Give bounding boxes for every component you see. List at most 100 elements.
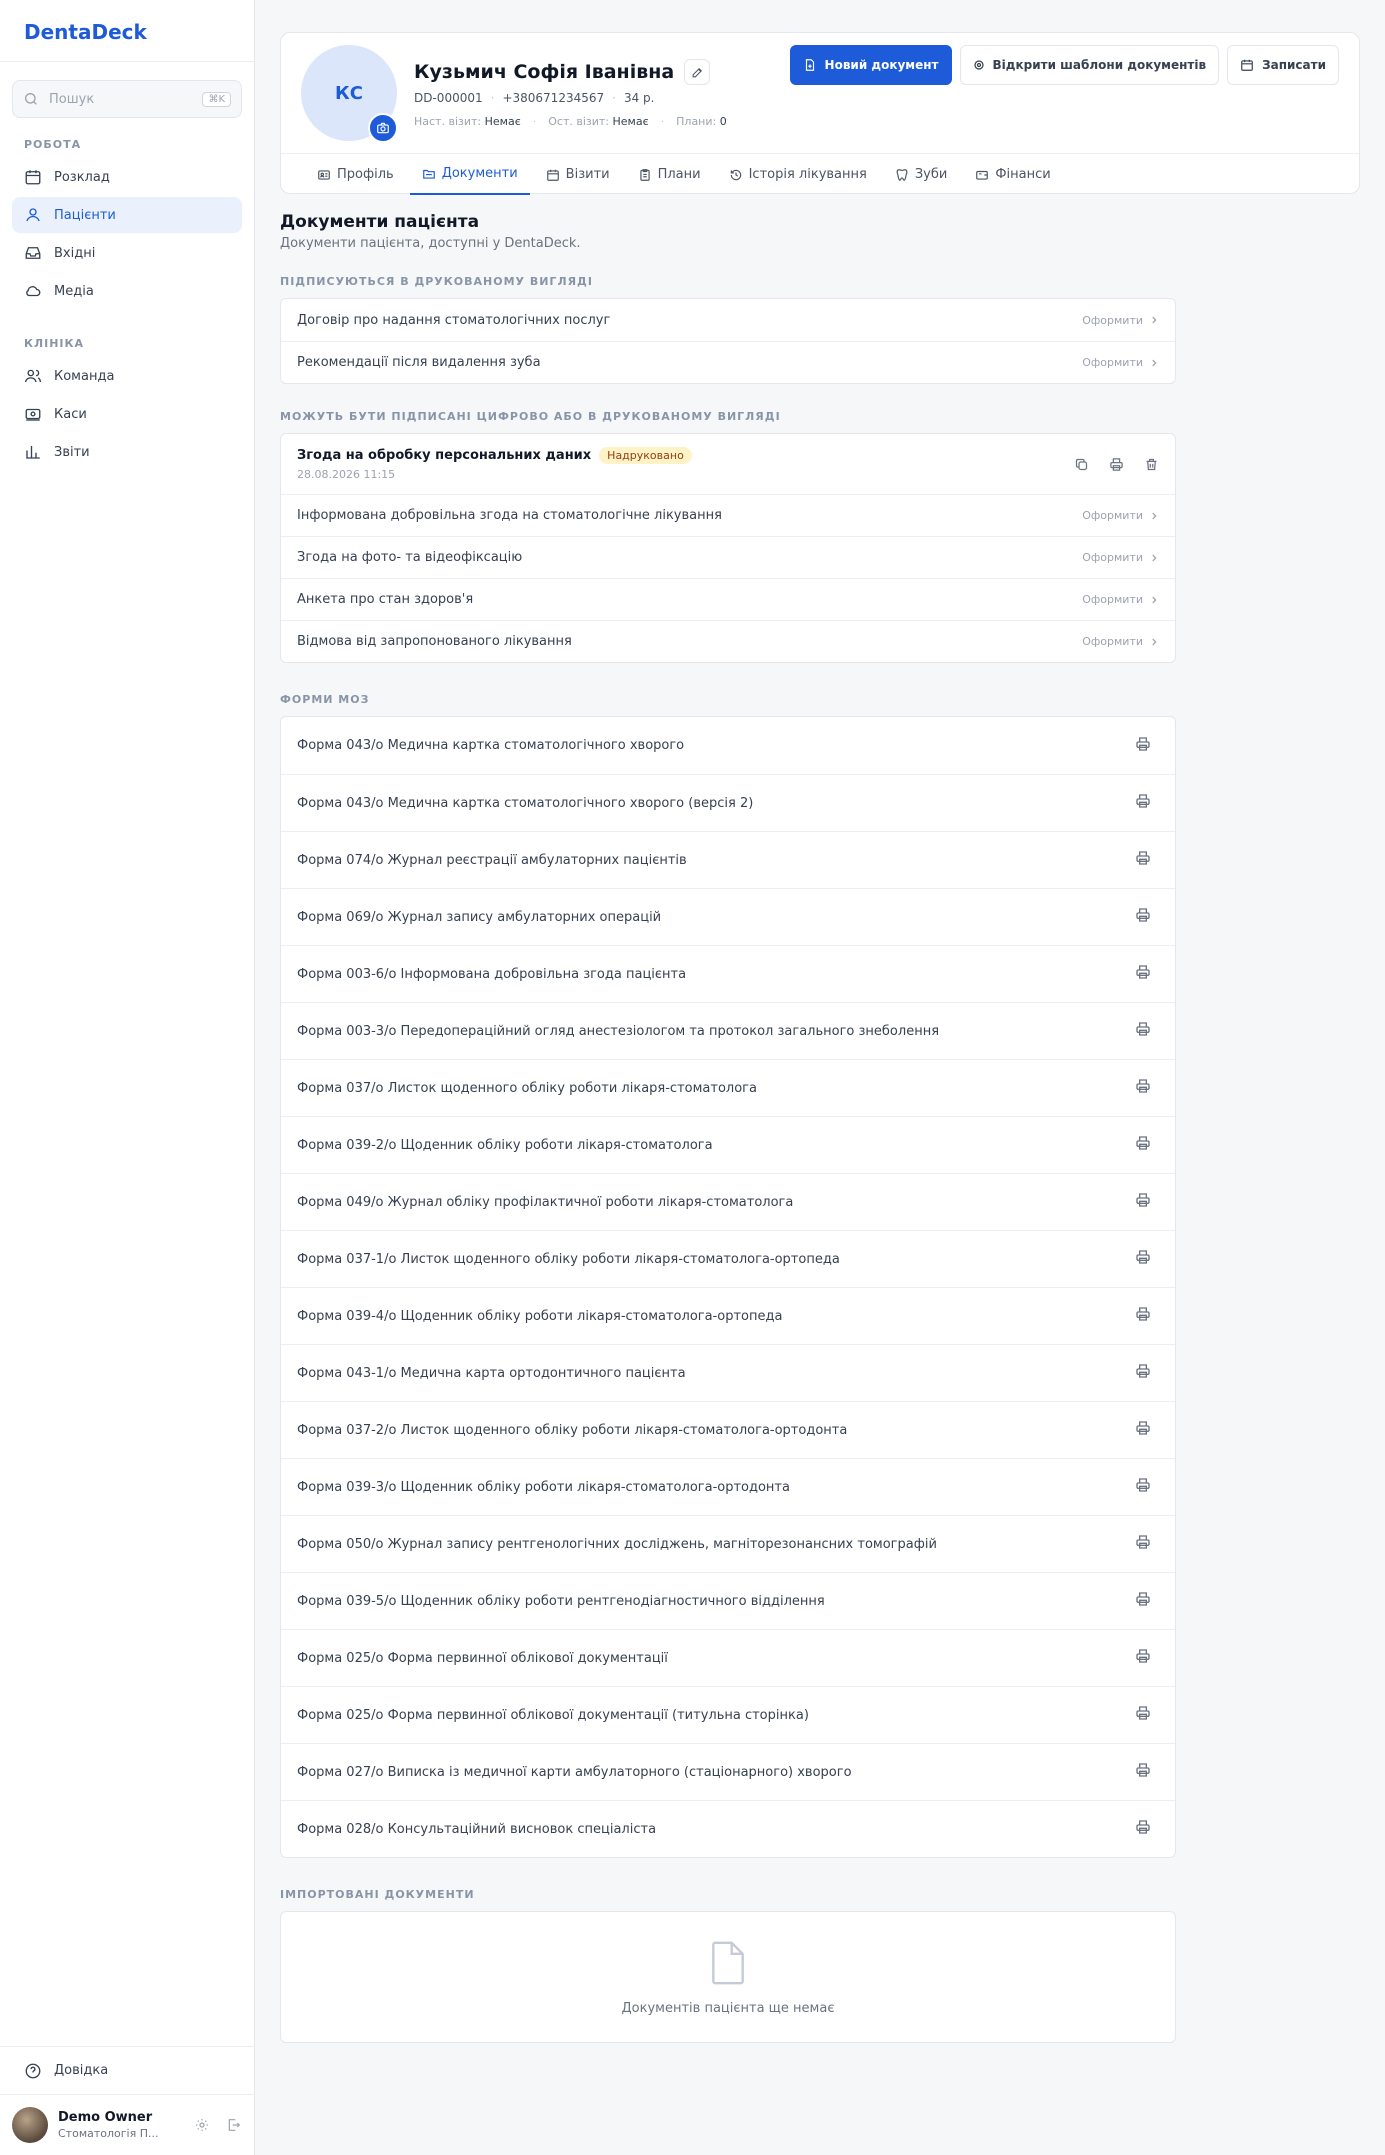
gear-icon[interactable] (194, 2117, 210, 2133)
table-row[interactable]: Форма 039-3/о Щоденник обліку роботи лік… (281, 1458, 1175, 1515)
app-logo[interactable]: DentaDeck (0, 0, 254, 62)
list-item[interactable]: Договір про надання стоматологічних посл… (281, 299, 1175, 341)
printer-icon[interactable] (1135, 850, 1151, 870)
printer-icon[interactable] (1135, 1534, 1151, 1554)
page-title: Документи пацієнта (280, 212, 480, 232)
printer-icon[interactable] (1135, 1306, 1151, 1326)
create-document-action[interactable]: Оформити (1082, 356, 1159, 369)
table-row[interactable]: Форма 039-4/о Щоденник обліку роботи лік… (281, 1287, 1175, 1344)
help-link[interactable]: Довідка (0, 2047, 254, 2095)
list-item[interactable]: Згода на фото- та відеофіксацію Оформити (281, 536, 1175, 578)
table-row[interactable]: Форма 069/о Журнал запису амбулаторних о… (281, 888, 1175, 945)
chevron-right-icon (1152, 512, 1157, 519)
edit-patient-button[interactable] (684, 59, 711, 85)
sidebar-item-team[interactable]: Команда (12, 358, 242, 394)
printer-icon[interactable] (1135, 1420, 1151, 1440)
table-row[interactable]: Форма 039-2/о Щоденник обліку роботи лік… (281, 1116, 1175, 1173)
table-row[interactable]: Форма 074/о Журнал реєстрації амбулаторн… (281, 831, 1175, 888)
table-row[interactable]: Форма 049/о Журнал обліку профілактичної… (281, 1173, 1175, 1230)
user-profile[interactable]: Demo Owner Стоматологія П... (0, 2095, 254, 2155)
list-item[interactable]: Рекомендації після видалення зуба Оформи… (281, 341, 1175, 383)
signed-document-row[interactable]: Згода на обробку персональних даних Надр… (281, 434, 1175, 494)
printer-icon[interactable] (1135, 1078, 1151, 1098)
trash-icon[interactable] (1144, 457, 1159, 472)
patient-meta: DD-000001 · +380671234567 · 34 р. (414, 91, 654, 105)
tab-label: Візити (565, 167, 610, 182)
open-templates-button[interactable]: Відкрити шаблони документів (959, 45, 1220, 85)
printer-icon[interactable] (1135, 1705, 1151, 1725)
book-button[interactable]: Записати (1227, 45, 1339, 85)
chevron-right-icon (1152, 554, 1157, 561)
printer-icon[interactable] (1135, 1819, 1151, 1839)
list-item[interactable]: Інформована добровільна згода на стомато… (281, 494, 1175, 536)
form-title: Форма 043/о Медична картка стоматологічн… (297, 795, 754, 811)
sidebar-item-cashboxes[interactable]: Каси (12, 396, 242, 432)
printer-icon[interactable] (1135, 736, 1151, 756)
tab-plans[interactable]: Плани (626, 154, 713, 195)
action-label: Оформити (1082, 551, 1143, 564)
table-row[interactable]: Форма 037-1/о Листок щоденного обліку ро… (281, 1230, 1175, 1287)
button-label: Відкрити шаблони документів (992, 58, 1207, 72)
table-row[interactable]: Форма 037-2/о Листок щоденного обліку ро… (281, 1401, 1175, 1458)
form-title: Форма 039-5/о Щоденник обліку роботи рен… (297, 1593, 825, 1609)
table-row[interactable]: Форма 025/о Форма первинної облікової до… (281, 1629, 1175, 1686)
form-title: Форма 028/о Консультаційний висновок спе… (297, 1821, 657, 1837)
copy-icon[interactable] (1074, 457, 1089, 472)
tab-documents[interactable]: Документи (409, 154, 530, 195)
sidebar-item-schedule[interactable]: Розклад (12, 159, 242, 195)
printer-icon[interactable] (1135, 1021, 1151, 1041)
sidebar-item-inbox[interactable]: Вхідні (12, 235, 242, 271)
table-row[interactable]: Форма 043-1/о Медична карта ортодонтично… (281, 1344, 1175, 1401)
list-item[interactable]: Відмова від запропонованого лікування Оф… (281, 620, 1175, 662)
section-label-work: РОБОТА (24, 138, 82, 151)
sidebar-item-media[interactable]: Медіа (12, 273, 242, 309)
upload-photo-button[interactable] (368, 113, 398, 143)
document-title: Рекомендації після видалення зуба (297, 355, 541, 370)
imported-documents-empty: Документів пацієнта ще немає (280, 1911, 1176, 2043)
search-input[interactable]: Пошук ⌘K (12, 80, 242, 118)
printer-icon[interactable] (1135, 907, 1151, 927)
form-title: Форма 003-6/о Інформована добровільна зг… (297, 966, 687, 982)
sidebar-item-reports[interactable]: Звіти (12, 434, 242, 470)
create-document-action[interactable]: Оформити (1082, 314, 1159, 327)
printer-icon[interactable] (1135, 964, 1151, 984)
tab-finance[interactable]: Фінанси (963, 154, 1062, 195)
table-row[interactable]: Форма 043/о Медична картка стоматологічн… (281, 774, 1175, 831)
tab-teeth[interactable]: Зуби (883, 154, 960, 195)
table-row[interactable]: Форма 039-5/о Щоденник обліку роботи рен… (281, 1572, 1175, 1629)
table-row[interactable]: Форма 037/о Листок щоденного обліку робо… (281, 1059, 1175, 1116)
printer-icon[interactable] (1135, 1135, 1151, 1155)
sidebar-item-patients[interactable]: Пацієнти (12, 197, 242, 233)
tab-history[interactable]: Історія лікування (717, 154, 879, 195)
printer-icon[interactable] (1135, 793, 1151, 813)
create-document-action[interactable]: Оформити (1082, 635, 1159, 648)
group-label-imported: ІМПОРТОВАНІ ДОКУМЕНТИ (280, 1888, 475, 1901)
printer-icon[interactable] (1135, 1762, 1151, 1782)
create-document-action[interactable]: Оформити (1082, 509, 1159, 522)
patient-phone[interactable]: +380671234567 (502, 91, 604, 105)
logout-icon[interactable] (226, 2117, 242, 2133)
printer-icon[interactable] (1135, 1192, 1151, 1212)
list-item[interactable]: Анкета про стан здоров'я Оформити (281, 578, 1175, 620)
new-document-button[interactable]: Новий документ (789, 45, 952, 85)
table-row[interactable]: Форма 025/о Форма первинної облікової до… (281, 1686, 1175, 1743)
table-row[interactable]: Форма 003-6/о Інформована добровільна зг… (281, 945, 1175, 1002)
patient-header: КС Кузьмич Софія Іванівна DD-000001 · +3… (280, 32, 1360, 195)
printer-icon[interactable] (1109, 457, 1124, 472)
printer-icon[interactable] (1135, 1648, 1151, 1668)
table-row[interactable]: Форма 027/о Виписка із медичної карти ам… (281, 1743, 1175, 1800)
table-row[interactable]: Форма 043/о Медична картка стоматологічн… (281, 717, 1175, 774)
table-row[interactable]: Форма 003-3/о Передопераційний огляд ане… (281, 1002, 1175, 1059)
document-date: 28.08.2026 11:15 (297, 468, 396, 481)
tab-profile[interactable]: Профіль (305, 154, 406, 195)
create-document-action[interactable]: Оформити (1082, 551, 1159, 564)
table-row[interactable]: Форма 028/о Консультаційний висновок спе… (281, 1800, 1175, 1857)
printer-icon[interactable] (1135, 1477, 1151, 1497)
create-document-action[interactable]: Оформити (1082, 593, 1159, 606)
file-plus-icon (805, 59, 814, 71)
table-row[interactable]: Форма 050/о Журнал запису рентгенологічн… (281, 1515, 1175, 1572)
tab-visits[interactable]: Візити (534, 154, 622, 195)
printer-icon[interactable] (1135, 1591, 1151, 1611)
printer-icon[interactable] (1135, 1363, 1151, 1383)
printer-icon[interactable] (1135, 1249, 1151, 1269)
